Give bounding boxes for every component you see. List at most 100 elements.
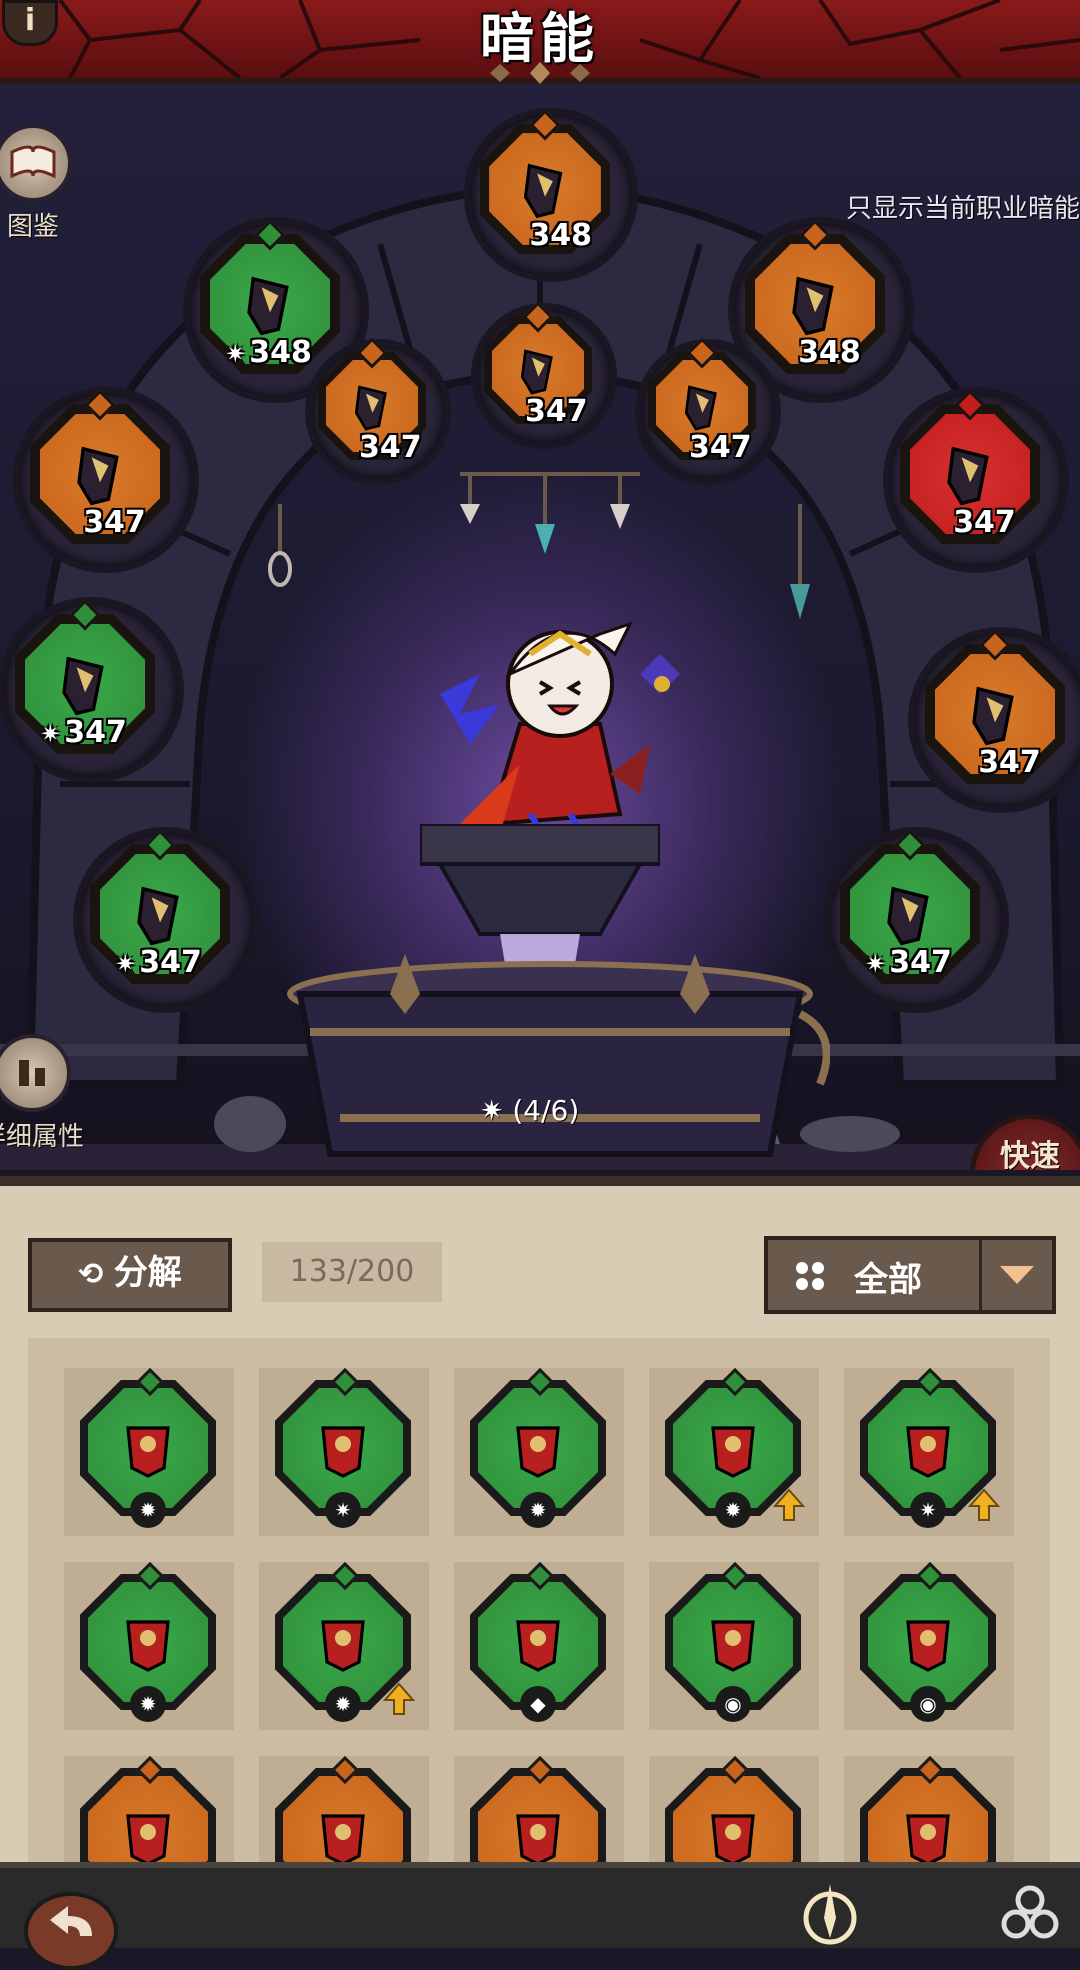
upgrade-arrow-icon <box>968 1488 1000 1521</box>
gear-item-icon <box>887 886 929 946</box>
slot-level: 347 <box>525 394 588 429</box>
stats-icon <box>0 1034 71 1112</box>
star-icon: ✷ <box>40 719 61 748</box>
back-button[interactable] <box>24 1892 118 1970</box>
equip-slot-inner-center[interactable]: 347 <box>471 301 617 449</box>
bottom-nav-bar <box>0 1862 1080 1970</box>
inventory-item[interactable]: ✹ <box>649 1367 819 1536</box>
inventory-item[interactable]: ✹ <box>259 1561 429 1730</box>
decompose-button[interactable]: ⟲ 分解 <box>28 1238 232 1312</box>
equip-slot-right-2[interactable]: 347 <box>908 627 1080 813</box>
gear-item-icon <box>77 446 119 506</box>
inventory-item[interactable]: ◉ <box>844 1561 1014 1730</box>
gear-item-icon <box>523 163 563 219</box>
inventory-grid: ✹ ✷ ✹ ✹ ✷ ✹ ✹ ◆ ◉ ◉ <box>28 1338 1050 1924</box>
equip-slot-left-2[interactable]: ✷ 347 <box>0 597 184 783</box>
slot-level-value: 347 <box>978 744 1041 780</box>
gear-item-icon <box>906 1620 950 1672</box>
current-class-filter-toggle[interactable]: 只显示当前职业暗能 <box>846 188 1080 225</box>
chevron-down-icon <box>979 1240 1034 1310</box>
inventory-item[interactable]: ✹ <box>64 1367 234 1536</box>
slot-level-value: 347 <box>83 504 146 540</box>
slot-level-value: 348 <box>529 217 593 253</box>
back-arrow-icon <box>50 1906 92 1936</box>
gear-item-icon <box>321 1620 365 1672</box>
category-filter-dropdown[interactable]: 全部 <box>764 1236 1056 1314</box>
item-type-badge: ✹ <box>520 1492 556 1528</box>
slot-level: 347 <box>978 745 1041 780</box>
item-type-badge: ◉ <box>715 1686 751 1722</box>
hero-character[interactable] <box>400 614 700 854</box>
item-type-badge: ✹ <box>715 1492 751 1528</box>
grid-dots-icon <box>796 1262 824 1290</box>
slot-level-value: 347 <box>64 714 127 750</box>
filter-label: 全部 <box>854 1260 922 1300</box>
inventory-item[interactable]: ◆ <box>454 1561 624 1730</box>
slot-level-value: 347 <box>139 944 202 980</box>
star-icon: ✷ <box>225 339 246 368</box>
slot-level: ✷ 348 <box>225 335 312 370</box>
item-type-badge: ✷ <box>910 1492 946 1528</box>
slot-level: 347 <box>689 430 752 465</box>
slot-level-value: 348 <box>798 334 861 370</box>
rune-tab-icon[interactable] <box>990 1878 1070 1948</box>
slot-level: 347 <box>953 505 1016 540</box>
gear-item-icon <box>126 1620 170 1672</box>
gear-item-icon <box>684 384 717 431</box>
slot-level: 348 <box>529 218 592 253</box>
slot-level: ✷ 347 <box>115 945 202 980</box>
inventory-item[interactable]: ✹ <box>454 1367 624 1536</box>
decompose-label: 分解 <box>113 1253 182 1293</box>
codex-button[interactable]: 图鉴 <box>0 124 72 243</box>
dark-energy-scene: 只显示当前职业暗能 图鉴 详细属性 348✷348348347347347347… <box>0 84 1080 1170</box>
set-cauldron[interactable] <box>270 954 830 1170</box>
slot-level-value: 347 <box>525 393 588 429</box>
inventory-item[interactable]: ✷ <box>844 1367 1014 1536</box>
equip-slot-right-3[interactable]: ✷ 347 <box>823 827 1009 1013</box>
slot-level-value: 347 <box>359 429 422 465</box>
inventory-item[interactable]: ◉ <box>649 1561 819 1730</box>
item-type-badge: ◆ <box>520 1686 556 1722</box>
item-type-badge: ✹ <box>130 1492 166 1528</box>
gear-item-icon <box>321 1426 365 1478</box>
book-icon <box>0 124 72 202</box>
equip-slot-upper-right[interactable]: 348 <box>728 217 914 403</box>
item-type-badge: ◉ <box>910 1686 946 1722</box>
slot-level: ✷ 347 <box>865 945 952 980</box>
equip-slot-inner-left[interactable]: 347 <box>305 337 451 485</box>
equip-slot-right-1[interactable]: 347 <box>883 387 1069 573</box>
slot-level: ✷ 347 <box>40 715 127 750</box>
gear-item-icon <box>711 1620 755 1672</box>
gear-item-icon <box>711 1426 755 1478</box>
equip-slot-left-1[interactable]: 347 <box>13 387 199 573</box>
equip-slot-left-3[interactable]: ✷ 347 <box>73 827 259 1013</box>
upgrade-arrow-icon <box>383 1682 415 1715</box>
detailed-stats-button[interactable]: 详细属性 <box>0 1034 84 1153</box>
gear-item-icon <box>792 276 834 336</box>
item-type-badge: ✷ <box>325 1492 361 1528</box>
quick-enhance-label-1: 快速 <box>1000 1139 1060 1170</box>
gear-item-icon <box>62 656 104 716</box>
slot-level-value: 347 <box>689 429 752 465</box>
dark-energy-tab-icon[interactable] <box>790 1878 870 1948</box>
gear-item-icon <box>137 886 179 946</box>
gear-item-icon <box>516 1620 560 1672</box>
gear-item-icon <box>354 384 387 431</box>
gear-item-icon <box>516 1426 560 1478</box>
equip-slot-inner-right[interactable]: 347 <box>635 337 781 485</box>
gear-item-icon <box>972 686 1014 746</box>
item-type-badge: ✹ <box>130 1686 166 1722</box>
decompose-icon: ⟲ <box>78 1257 114 1292</box>
item-type-badge: ✹ <box>325 1686 361 1722</box>
gear-item-icon <box>520 348 553 395</box>
inventory-item[interactable]: ✹ <box>64 1561 234 1730</box>
gear-item-icon <box>126 1426 170 1478</box>
upgrade-arrow-icon <box>773 1488 805 1521</box>
slot-level: 347 <box>83 505 146 540</box>
inventory-capacity: 133/200 <box>262 1242 442 1302</box>
slot-level-value: 348 <box>249 334 312 370</box>
slot-level: 348 <box>798 335 861 370</box>
gear-item-icon <box>947 446 989 506</box>
inventory-item[interactable]: ✷ <box>259 1367 429 1536</box>
equip-slot-top-center[interactable]: 348 <box>464 108 638 282</box>
